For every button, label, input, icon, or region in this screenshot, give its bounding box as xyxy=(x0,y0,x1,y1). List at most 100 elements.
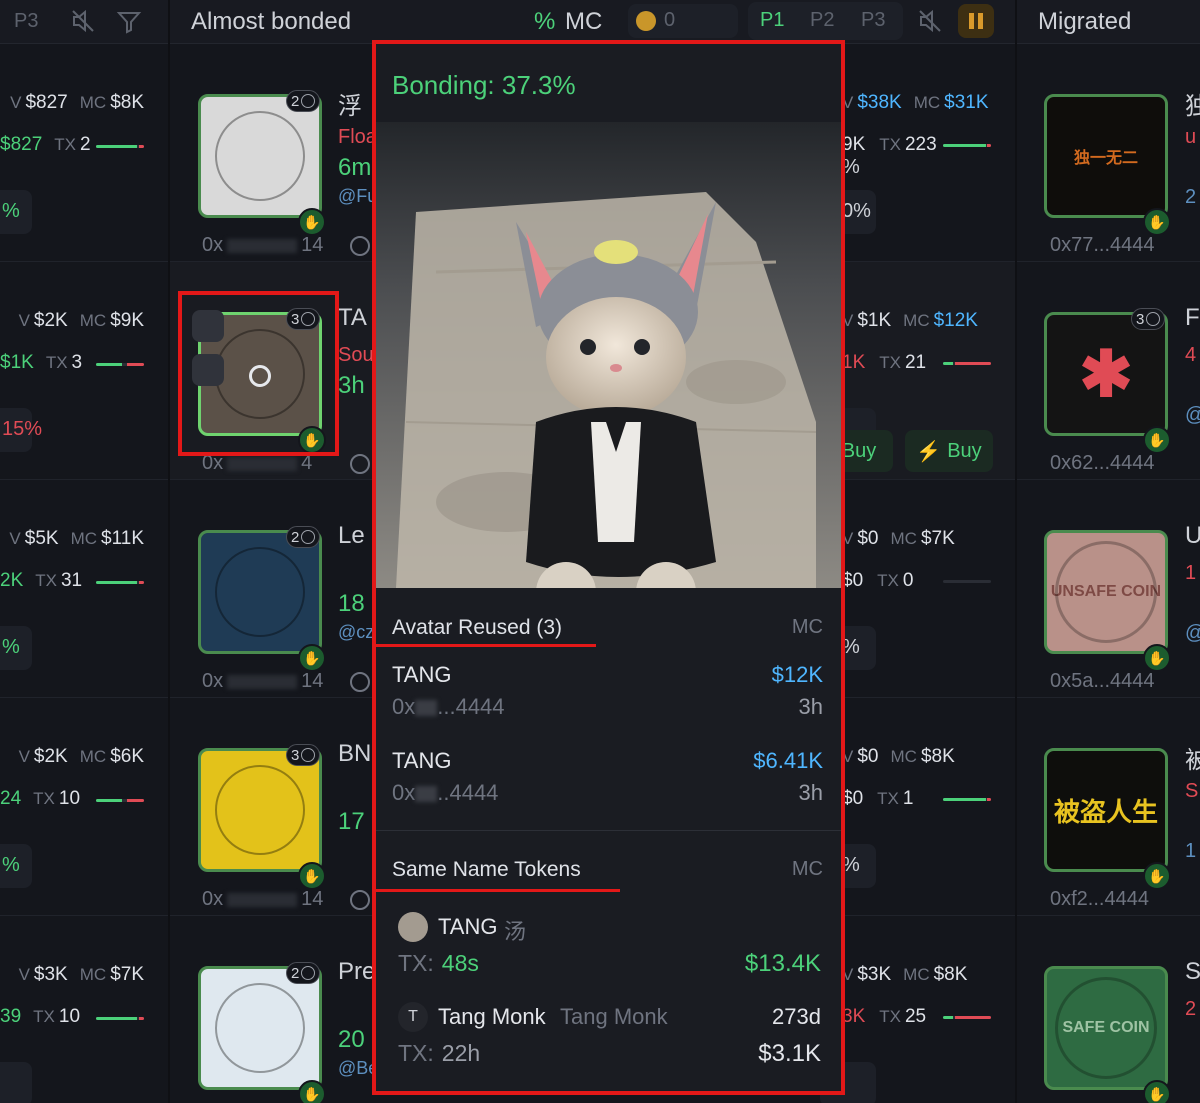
tab-p1[interactable]: P1 xyxy=(760,9,784,32)
token-age: 17 xyxy=(338,808,365,835)
highlight-box-popup xyxy=(372,40,845,1095)
token-image xyxy=(215,547,305,637)
token-thumbnail[interactable] xyxy=(198,748,322,872)
quick-buy-button[interactable]: ⚡ Buy xyxy=(905,430,993,472)
volume-value: $1K xyxy=(857,310,892,331)
token-thumbnail[interactable] xyxy=(198,94,322,218)
migrated-thumbnail[interactable]: UNSAFE COIN xyxy=(1044,530,1168,654)
buy-sell-bar xyxy=(943,1016,991,1019)
migrated-thumbnail[interactable]: 独一无二 xyxy=(1044,94,1168,218)
pause-button[interactable] xyxy=(958,4,994,38)
almost-bonded-title: Almost bonded xyxy=(191,8,352,35)
coin-image xyxy=(1055,977,1157,1079)
volume-tx-stat: $0 TX 1 xyxy=(842,788,913,810)
user-icon[interactable] xyxy=(350,672,370,692)
migrated-address[interactable]: 0x62...4444 xyxy=(1050,452,1155,475)
buy-volume-value: $0 xyxy=(842,788,864,809)
migrated-row[interactable]: ✱3 ✋0x62...4444 F 4 @ xyxy=(1017,262,1200,480)
sell-ratio xyxy=(955,362,991,365)
buy-sell-bar xyxy=(96,581,144,584)
volume-mc-stat: V $3K MC $8K xyxy=(842,964,967,986)
token-row[interactable]: V $827 MC $8K $827 TX 2% xyxy=(0,44,168,262)
migrated-address[interactable]: 0x5a...4444 xyxy=(1050,670,1155,693)
buy-volume-value: $1K xyxy=(0,352,34,373)
token-thumbnail[interactable] xyxy=(198,530,322,654)
token-name: TA xyxy=(338,304,367,331)
migrated-header: Migrated xyxy=(1017,0,1200,44)
buy-volume-value: 9K xyxy=(842,134,866,155)
token-address[interactable]: 0x 14 xyxy=(202,234,323,257)
buy-ratio xyxy=(96,581,137,584)
token-image xyxy=(215,111,305,201)
buy-sell-bar xyxy=(96,145,144,148)
user-icon[interactable] xyxy=(350,454,370,474)
tab-p2[interactable]: P2 xyxy=(810,9,834,32)
volume-value: $3K xyxy=(857,964,892,985)
migrated-address[interactable]: 0x77...4444 xyxy=(1050,234,1155,257)
migrated-address[interactable]: 0xf2...4444 xyxy=(1050,888,1149,911)
mute-icon[interactable] xyxy=(917,8,943,39)
token-age: 18 xyxy=(338,590,365,617)
hand-icon: ✋ xyxy=(298,1080,326,1103)
token-row[interactable]: V $2K MC $9K $1K TX 3 15% xyxy=(0,262,168,480)
token-handle[interactable]: @cz xyxy=(338,622,374,643)
mc-value: $11K xyxy=(101,528,144,549)
migrated-row[interactable]: 被盗人生 ✋ 0xf2...4444 被 S 1 xyxy=(1017,698,1200,916)
tx-label: TX xyxy=(879,135,901,154)
filter-icon[interactable] xyxy=(116,9,142,40)
migrated-subtitle: 1 xyxy=(1185,562,1197,584)
coin-filter[interactable]: 0 xyxy=(628,4,738,38)
token-row[interactable]: V $2K MC $6K 24 TX 10% xyxy=(0,698,168,916)
pause-icon-bar xyxy=(978,13,983,29)
migrated-thumbnail[interactable]: SAFE COIN xyxy=(1044,966,1168,1090)
user-icon[interactable] xyxy=(350,236,370,256)
coin-image xyxy=(1055,541,1157,643)
token-image xyxy=(215,983,305,1073)
mc-label: MC xyxy=(70,529,98,548)
migrated-row[interactable]: 独一无二 ✋ 0x77...4444 独 u 2 xyxy=(1017,44,1200,262)
volume-mc-stat: V $0 MC $7K xyxy=(842,528,955,550)
tx-label: TX xyxy=(877,789,899,808)
address-end: 14 xyxy=(301,234,324,256)
tx-label: TX xyxy=(879,353,901,372)
token-address[interactable]: 0x 14 xyxy=(202,888,323,911)
mute-icon[interactable] xyxy=(70,8,96,40)
token-name: Le xyxy=(338,522,365,549)
sort-percent-button[interactable]: % xyxy=(534,8,555,36)
buy-sell-bar xyxy=(943,362,991,365)
token-row[interactable]: V $3K MC $7K 39 TX 10 xyxy=(0,916,168,1103)
migrated-thumbnail[interactable]: 被盗人生 xyxy=(1044,748,1168,872)
sort-mc-button[interactable]: MC xyxy=(565,8,602,36)
volume-value: $3K xyxy=(33,964,68,985)
holder-icon xyxy=(301,94,316,108)
mc-label: MC xyxy=(79,747,107,766)
tx-value: 25 xyxy=(904,1006,927,1027)
mc-label: MC xyxy=(903,965,930,984)
token-address[interactable]: 0x 14 xyxy=(202,670,323,693)
migrated-thumbnail[interactable]: ✱ xyxy=(1044,312,1168,436)
user-icon[interactable] xyxy=(350,890,370,910)
token-thumbnail[interactable] xyxy=(198,966,322,1090)
tx-value: 21 xyxy=(904,352,927,373)
tab-p3-left[interactable]: P3 xyxy=(14,10,38,33)
migrated-subtitle: S xyxy=(1185,780,1199,802)
migrated-row[interactable]: UNSAFE COIN✋0x5a...4444 U 1 @ xyxy=(1017,480,1200,698)
volume-tx-stat: 9K TX 223 xyxy=(842,134,937,156)
mc-value: $7K xyxy=(920,528,955,549)
mc-value: $12K xyxy=(933,310,978,331)
tab-p3[interactable]: P3 xyxy=(861,9,885,32)
mc-value: $8K xyxy=(920,746,955,767)
mc-label: MC xyxy=(79,311,107,330)
volume-value: $2K xyxy=(33,310,68,331)
volume-mc-stat: V $38K MC $31K xyxy=(842,92,989,114)
holder-count-badge: 2 xyxy=(286,90,321,112)
buy-volume-value: 1K xyxy=(842,352,866,373)
token-row[interactable]: V $5K MC $11K 2K TX 31% xyxy=(0,480,168,698)
migrated-row[interactable]: SAFE COIN ✋ S 2 xyxy=(1017,916,1200,1103)
holder-count: 3 xyxy=(1136,310,1145,328)
tx-label: TX xyxy=(33,789,55,808)
hand-icon: ✋ xyxy=(1143,208,1171,236)
volume-label: V xyxy=(18,747,30,766)
mc-label: MC xyxy=(903,311,930,330)
volume-mc-stat: V $0 MC $8K xyxy=(842,746,955,768)
